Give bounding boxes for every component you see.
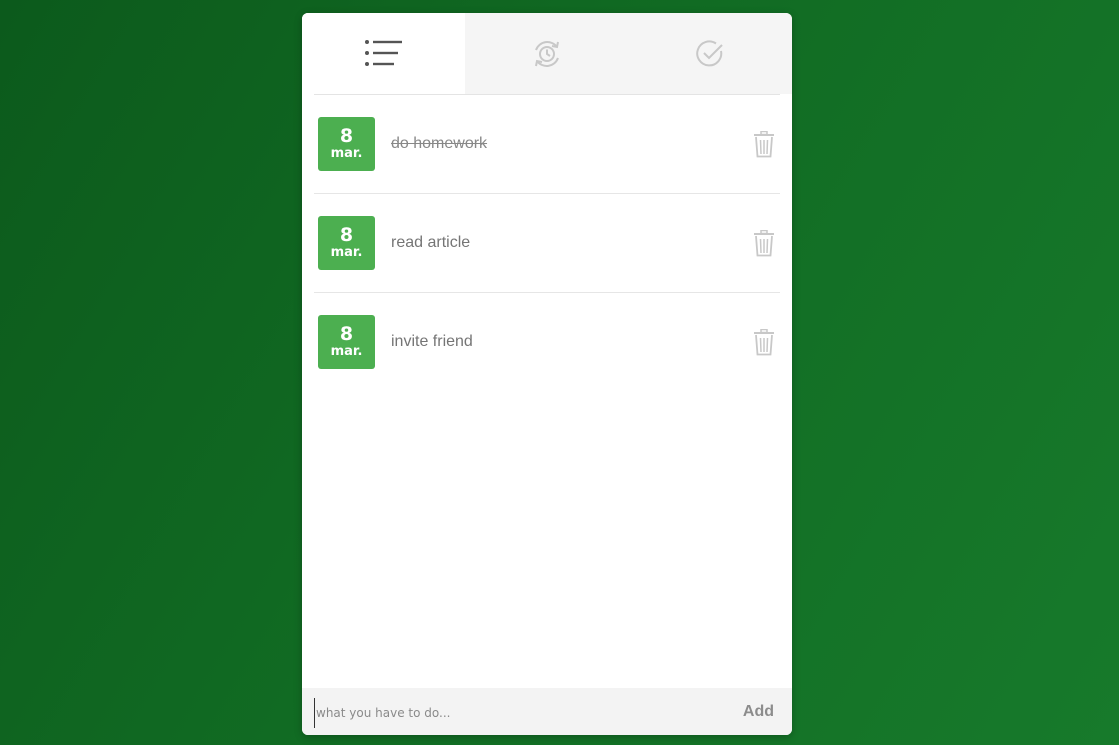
date-day: 8: [339, 323, 354, 345]
tab-completed[interactable]: [629, 13, 792, 94]
task-text[interactable]: invite friend: [391, 333, 752, 351]
task-item[interactable]: 8 mar. read article: [314, 194, 780, 293]
tab-all-tasks[interactable]: [302, 13, 466, 94]
date-month: mar.: [330, 146, 363, 161]
add-task-bar: Add: [302, 688, 792, 735]
add-button[interactable]: Add: [743, 699, 774, 725]
task-item[interactable]: 8 mar. invite friend: [314, 293, 780, 391]
date-badge: 8 mar.: [318, 315, 375, 369]
trash-icon[interactable]: [752, 229, 776, 257]
trash-icon[interactable]: [752, 130, 776, 158]
task-text[interactable]: read article: [391, 234, 752, 252]
task-text[interactable]: do homework: [391, 135, 752, 153]
task-list: 8 mar. do homework 8 mar. read article 8…: [314, 95, 780, 391]
trash-icon[interactable]: [752, 328, 776, 356]
checkmark-circle-icon: [695, 39, 725, 69]
todo-card: 8 mar. do homework 8 mar. read article 8…: [302, 13, 792, 735]
date-badge: 8 mar.: [318, 117, 375, 171]
tab-bar: [302, 13, 792, 94]
date-day: 8: [339, 125, 354, 147]
task-input[interactable]: [314, 697, 743, 728]
list-icon: [364, 39, 404, 69]
tab-in-progress[interactable]: [465, 13, 628, 94]
date-month: mar.: [330, 245, 363, 260]
history-sync-icon: [531, 38, 563, 70]
date-month: mar.: [330, 344, 363, 359]
date-badge: 8 mar.: [318, 216, 375, 270]
date-day: 8: [339, 224, 354, 246]
task-item[interactable]: 8 mar. do homework: [314, 95, 780, 194]
